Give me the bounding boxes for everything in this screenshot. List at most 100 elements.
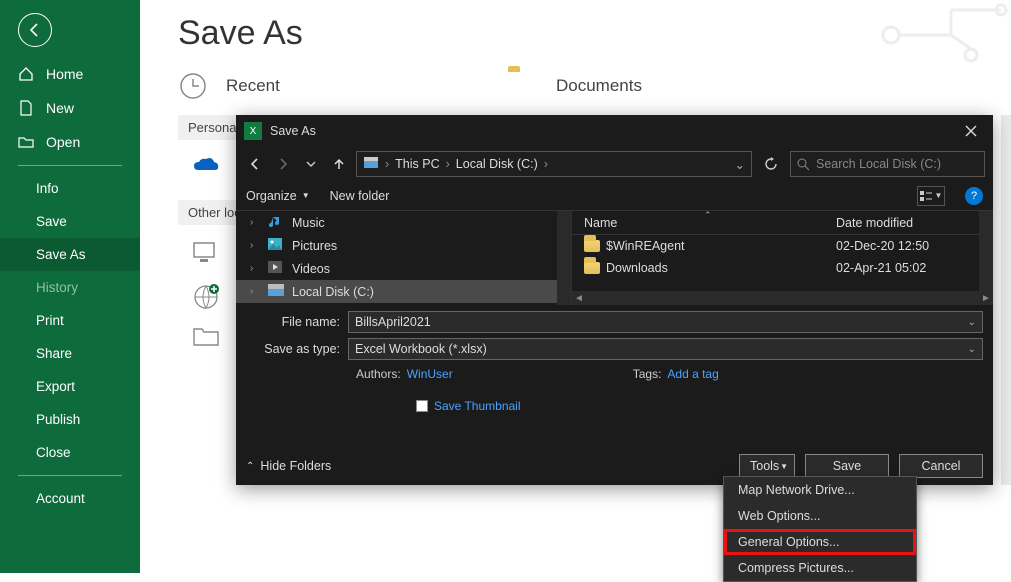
documents-label: Documents — [556, 76, 642, 96]
clock-icon — [178, 71, 208, 101]
cancel-button[interactable]: Cancel — [899, 454, 983, 478]
arrow-up-icon — [332, 157, 346, 171]
address-bar[interactable]: › This PC › Local Disk (C:) › ⌄ — [356, 151, 752, 177]
save-button[interactable]: Save — [805, 454, 889, 478]
folder-open-icon — [18, 134, 36, 150]
arrow-left-icon — [248, 157, 262, 171]
sidebar-saveas[interactable]: Save As — [0, 238, 140, 271]
sidebar-share[interactable]: Share — [0, 337, 140, 370]
sidebar-label: Open — [46, 134, 80, 150]
list-vscrollbar[interactable] — [979, 211, 993, 291]
nav-tree: ›Music ›Pictures ›Videos ›Local Disk (C:… — [236, 211, 572, 305]
chevron-down-icon[interactable]: ⌄ — [968, 317, 976, 328]
expand-icon[interactable]: › — [250, 240, 260, 251]
sidebar-open[interactable]: Open — [0, 125, 140, 159]
scroll-right-icon[interactable]: ► — [979, 293, 993, 304]
sidebar-label: New — [46, 100, 74, 116]
music-icon — [268, 215, 284, 231]
col-date[interactable]: Date modified — [836, 216, 956, 230]
menu-web-options[interactable]: Web Options... — [724, 503, 916, 529]
menu-compress-pictures[interactable]: Compress Pictures... — [724, 555, 916, 581]
crumb-sep: › — [446, 157, 450, 171]
sidebar-publish[interactable]: Publish — [0, 403, 140, 436]
scroll-left-icon[interactable]: ◄ — [572, 293, 586, 304]
tools-menu: Map Network Drive... Web Options... Gene… — [723, 476, 917, 582]
caret-down-icon: ▼ — [302, 191, 310, 200]
sidebar-export[interactable]: Export — [0, 370, 140, 403]
pc-icon — [192, 241, 222, 271]
expand-icon[interactable]: › — [250, 286, 260, 297]
chevron-down-icon[interactable]: ⌄ — [735, 157, 745, 172]
pictures-icon — [268, 238, 284, 254]
chevron-down-icon[interactable]: ⌄ — [968, 344, 976, 355]
tree-videos[interactable]: ›Videos — [236, 257, 571, 280]
chevron-up-icon: ⌃ — [246, 461, 254, 472]
tags-value[interactable]: Add a tag — [667, 367, 718, 381]
list-hscrollbar[interactable]: ◄► — [572, 291, 993, 305]
col-name[interactable]: Name⌃ — [584, 216, 836, 230]
filetype-select[interactable]: Excel Workbook (*.xlsx)⌄ — [348, 338, 983, 360]
menu-general-options[interactable]: General Options... — [724, 529, 916, 555]
back-button[interactable] — [18, 13, 52, 47]
sidebar-home[interactable]: Home — [0, 57, 140, 91]
add-place-icon — [192, 283, 222, 313]
file-list: Name⌃ Date modified $WinREAgent 02-Dec-2… — [572, 211, 993, 305]
sidebar-account[interactable]: Account — [0, 482, 140, 515]
crumb-sep: › — [544, 157, 548, 171]
filename-input[interactable]: BillsApril2021⌄ — [348, 311, 983, 333]
tools-button[interactable]: Tools▼ — [739, 454, 795, 478]
search-input[interactable]: Search Local Disk (C:) — [790, 151, 985, 177]
list-item[interactable]: Downloads 02-Apr-21 05:02 — [572, 257, 993, 279]
search-icon — [797, 158, 810, 171]
hide-folders-button[interactable]: ⌃Hide Folders — [246, 459, 331, 473]
thumbnail-checkbox[interactable] — [416, 400, 428, 412]
expand-icon[interactable]: › — [250, 263, 260, 274]
close-icon — [965, 125, 977, 137]
sidebar-save[interactable]: Save — [0, 205, 140, 238]
sidebar-info[interactable]: Info — [0, 172, 140, 205]
folder-icon — [584, 240, 600, 252]
sidebar-new[interactable]: New — [0, 91, 140, 125]
help-button[interactable]: ? — [965, 187, 983, 205]
view-button[interactable]: ▼ — [917, 186, 945, 206]
page-scrollbar[interactable] — [1001, 115, 1011, 485]
expand-icon[interactable]: › — [250, 217, 260, 228]
sidebar-close[interactable]: Close — [0, 436, 140, 469]
onedrive-icon — [192, 156, 222, 186]
drive-icon — [363, 156, 379, 173]
nav-recent-button[interactable] — [300, 153, 322, 175]
file-icon — [18, 100, 36, 116]
sidebar-print[interactable]: Print — [0, 304, 140, 337]
arrow-left-icon — [27, 22, 43, 38]
browse-icon — [192, 325, 222, 355]
recent-header[interactable]: Recent — [178, 71, 508, 101]
organize-button[interactable]: Organize▼ — [246, 189, 310, 203]
saveas-dialog: X Save As › This PC › Local Disk (C:) › … — [236, 115, 993, 485]
tags-label: Tags: — [633, 367, 662, 381]
list-item[interactable]: $WinREAgent 02-Dec-20 12:50 — [572, 235, 993, 257]
crumb-thispc[interactable]: This PC — [395, 157, 439, 171]
tree-scrollbar[interactable] — [557, 211, 571, 305]
sidebar-history[interactable]: History — [0, 271, 140, 304]
nav-forward-button[interactable] — [272, 153, 294, 175]
nav-back-button[interactable] — [244, 153, 266, 175]
tree-localdisk[interactable]: ›Local Disk (C:) — [236, 280, 571, 303]
documents-header[interactable]: Documents — [508, 71, 838, 101]
arrow-right-icon — [276, 157, 290, 171]
crumb-drive[interactable]: Local Disk (C:) — [456, 157, 538, 171]
videos-icon — [268, 261, 284, 277]
newfolder-button[interactable]: New folder — [330, 189, 390, 203]
authors-value[interactable]: WinUser — [407, 367, 453, 381]
close-button[interactable] — [949, 115, 993, 147]
caret-down-icon: ▼ — [780, 462, 788, 471]
tree-pictures[interactable]: ›Pictures — [236, 234, 571, 257]
chevron-down-icon — [306, 159, 316, 169]
refresh-button[interactable] — [758, 151, 784, 177]
nav-up-button[interactable] — [328, 153, 350, 175]
filetype-label: Save as type: — [246, 342, 348, 356]
tree-music[interactable]: ›Music — [236, 211, 571, 234]
drive-icon — [268, 284, 284, 300]
dialog-title: Save As — [270, 124, 949, 138]
sort-asc-icon: ⌃ — [704, 210, 712, 221]
menu-map-drive[interactable]: Map Network Drive... — [724, 477, 916, 503]
